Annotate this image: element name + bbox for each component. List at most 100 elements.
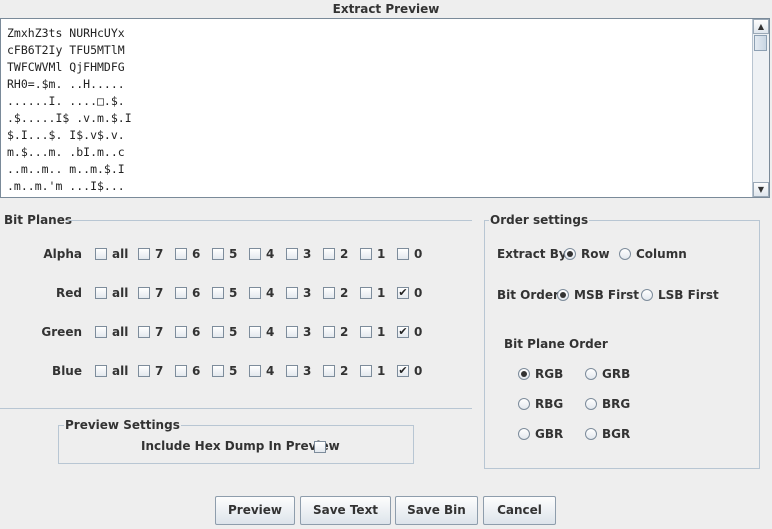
checkbox-label: 0 [414,364,423,378]
window-title: Extract Preview [332,2,440,16]
checkbox-label: 3 [303,364,312,378]
checkbox-blue-6[interactable] [175,365,187,377]
plane-order-grb-label: GRB [602,367,631,381]
hexdump-label: Include Hex Dump In Preview [141,439,340,453]
checkbox-red-2[interactable] [323,287,335,299]
cancel-button[interactable]: Cancel [483,496,556,525]
checkbox-blue-1[interactable] [360,365,372,377]
scroll-up-icon[interactable]: ▲ [753,19,769,34]
checkbox-alpha-5[interactable] [212,248,224,260]
checkbox-green-0[interactable]: ✔ [397,326,409,338]
checkbox-red-6[interactable] [175,287,187,299]
hexdump-checkbox[interactable] [314,441,326,453]
checkbox-label: 2 [340,247,349,261]
checkbox-green-1[interactable] [360,326,372,338]
plane-order-gbr-radio[interactable] [518,428,530,440]
scroll-thumb[interactable] [754,35,767,51]
checkbox-label: 3 [303,247,312,261]
bit-planes-divider [66,220,472,221]
save-text-button[interactable]: Save Text [300,496,391,525]
checkbox-green-2[interactable] [323,326,335,338]
plane-order-bgr-radio[interactable] [585,428,597,440]
checkbox-red-4[interactable] [249,287,261,299]
checkbox-label: 0 [414,286,423,300]
checkbox-alpha-6[interactable] [175,248,187,260]
extract-by-column-radio[interactable] [619,248,631,260]
checkbox-green-3[interactable] [286,326,298,338]
preview-scrollbar[interactable]: ▲ ▼ [752,19,769,197]
save-bin-button[interactable]: Save Bin [395,496,478,525]
checkbox-label: 1 [377,286,386,300]
checkbox-blue-3[interactable] [286,365,298,377]
checkbox-blue-2[interactable] [323,365,335,377]
checkbox-green-all[interactable] [95,326,107,338]
checkbox-label: 1 [377,325,386,339]
checkbox-alpha-all[interactable] [95,248,107,260]
checkbox-label: all [112,247,129,261]
checkbox-label: all [112,364,129,378]
checkbox-label: 5 [229,325,238,339]
checkbox-label: 5 [229,247,238,261]
checkbox-alpha-4[interactable] [249,248,261,260]
bit-order-lsb-radio[interactable] [641,289,653,301]
plane-order-brg-radio[interactable] [585,398,597,410]
scroll-down-icon[interactable]: ▼ [753,182,769,197]
extract-preview-area[interactable]: ZmxhZ3ts NURHcUYx cFB6T2Iy TFU5MTlM TWFC… [0,18,770,198]
checkbox-label: 4 [266,364,275,378]
checkbox-green-6[interactable] [175,326,187,338]
plane-order-grb-radio[interactable] [585,368,597,380]
bit-order-msb-radio[interactable] [557,289,569,301]
bit-row-label-red: Red [56,286,82,300]
plane-order-bgr-label: BGR [602,427,631,441]
bit-row-label-green: Green [41,325,82,339]
checkbox-label: 6 [192,286,201,300]
bit-order-label: Bit Order [497,288,559,302]
checkbox-label: 6 [192,325,201,339]
checkbox-alpha-7[interactable] [138,248,150,260]
check-icon: ✔ [398,286,408,299]
checkbox-green-7[interactable] [138,326,150,338]
checkbox-blue-all[interactable] [95,365,107,377]
order-settings-label: Order settings [489,213,590,227]
checkbox-label: 1 [377,364,386,378]
checkbox-label: 5 [229,286,238,300]
extract-by-row-radio[interactable] [564,248,576,260]
checkbox-green-5[interactable] [212,326,224,338]
checkbox-red-1[interactable] [360,287,372,299]
checkbox-label: 4 [266,247,275,261]
checkbox-label: 6 [192,364,201,378]
checkbox-label: 0 [414,325,423,339]
extract-by-label: Extract By [497,247,567,261]
checkbox-green-4[interactable] [249,326,261,338]
bit-row-label-blue: Blue [52,364,82,378]
checkbox-red-all[interactable] [95,287,107,299]
check-icon: ✔ [398,325,408,338]
checkbox-blue-4[interactable] [249,365,261,377]
checkbox-label: 3 [303,286,312,300]
checkbox-label: 5 [229,364,238,378]
plane-order-brg-label: BRG [602,397,631,411]
plane-order-rbg-radio[interactable] [518,398,530,410]
checkbox-red-0[interactable]: ✔ [397,287,409,299]
checkbox-label: 7 [155,364,164,378]
checkbox-alpha-3[interactable] [286,248,298,260]
checkbox-label: 3 [303,325,312,339]
checkbox-blue-5[interactable] [212,365,224,377]
checkbox-blue-0[interactable]: ✔ [397,365,409,377]
checkbox-label: 7 [155,286,164,300]
checkbox-label: 6 [192,247,201,261]
checkbox-red-3[interactable] [286,287,298,299]
bit-plane-order-label: Bit Plane Order [504,337,608,351]
bit-planes-label: Bit Planes [4,213,73,227]
checkbox-label: 2 [340,325,349,339]
checkbox-red-7[interactable] [138,287,150,299]
checkbox-blue-7[interactable] [138,365,150,377]
plane-order-gbr-label: GBR [535,427,564,441]
checkbox-alpha-2[interactable] [323,248,335,260]
checkbox-alpha-1[interactable] [360,248,372,260]
checkbox-red-5[interactable] [212,287,224,299]
preview-button[interactable]: Preview [215,496,295,525]
extract-by-row-label: Row [581,247,610,261]
plane-order-rgb-radio[interactable] [518,368,530,380]
checkbox-alpha-0[interactable] [397,248,409,260]
